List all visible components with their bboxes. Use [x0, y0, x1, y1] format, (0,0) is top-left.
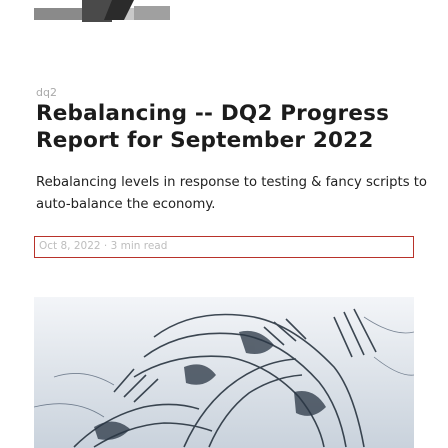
- post-title[interactable]: Rebalancing -- DQ2 Progress Report for S…: [36, 100, 426, 154]
- post-meta-box: Oct 8, 2022 · 3 min read: [34, 236, 414, 258]
- post-cover-image[interactable]: [34, 297, 414, 448]
- banner-image-strip: [34, 0, 170, 22]
- post-description: Rebalancing levels in response to testin…: [36, 175, 427, 212]
- post-meta: Oct 8, 2022 · 3 min read: [39, 240, 168, 252]
- post-tag[interactable]: dq2: [36, 86, 57, 99]
